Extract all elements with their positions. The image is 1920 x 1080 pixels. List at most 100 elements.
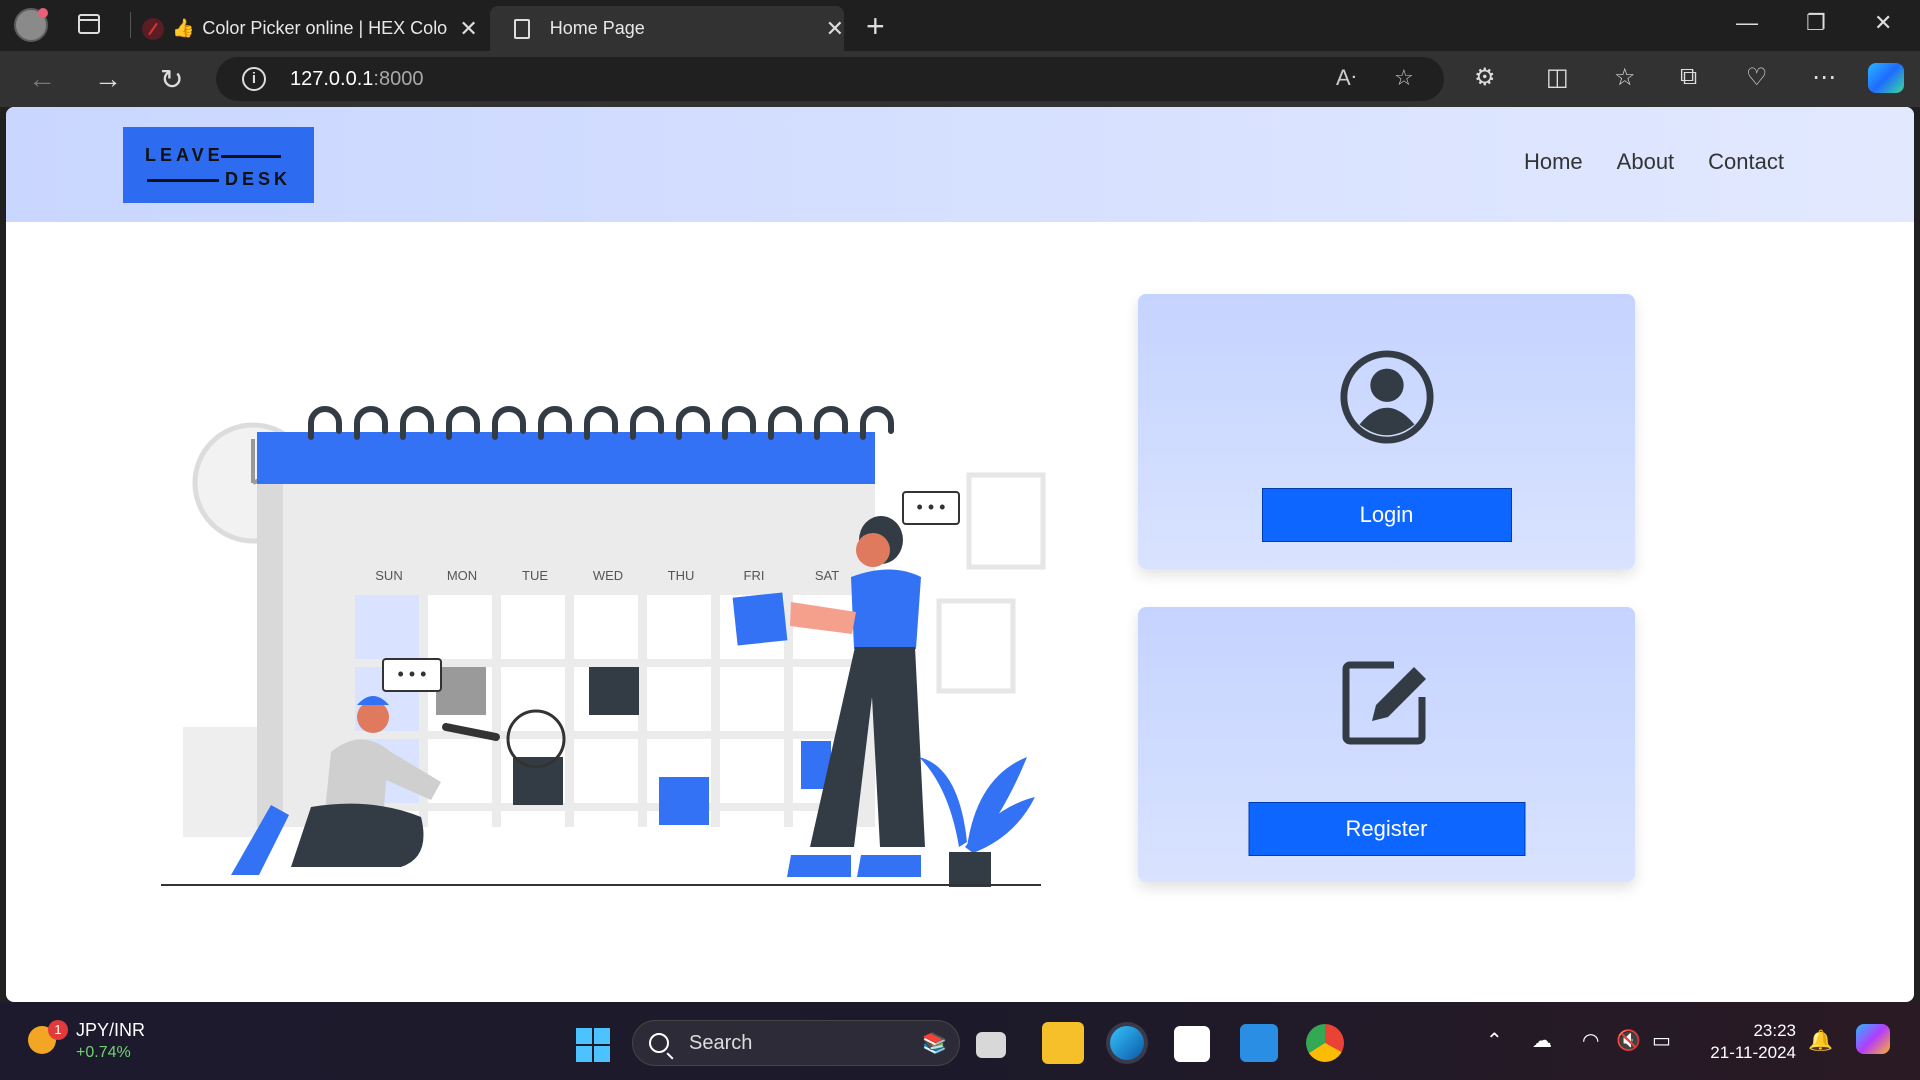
onedrive-icon[interactable]: ☁ [1532,1028,1552,1053]
new-tab-icon[interactable]: + [866,8,885,45]
logo-line [147,179,219,182]
address-toolbar: ← → ↻ i 127.0.0.1:8000 Aᐧ ☆ ⚙ ◫ ☆ ⧉ ♡ ⋯ [0,51,1920,107]
login-button[interactable]: Login [1261,488,1512,542]
sticky-note [659,777,709,825]
tab-color-picker[interactable]: 👍 Color Picker online | HEX Colo ✕ [136,6,486,51]
drawer-illustration [183,727,263,837]
microsoft-store-icon[interactable] [1174,1026,1210,1062]
notifications-bell-icon[interactable]: 🔔 [1808,1028,1833,1053]
search-icon [649,1033,669,1053]
wall-frame [936,598,1016,694]
login-card: Login [1138,294,1635,569]
edit-pencil-icon [1342,661,1426,745]
browser-essentials-icon[interactable]: ♡ [1746,63,1768,92]
svg-text:• • •: • • • [398,664,427,684]
clock-time: 23:23 [1753,1021,1796,1040]
calendar-cell [574,595,638,659]
site-logo[interactable]: LEAVE DESK [123,127,314,203]
system-clock[interactable]: 23:23 21-11-2024 [1700,1020,1796,1064]
split-screen-icon[interactable]: ◫ [1546,63,1569,92]
minimize-icon[interactable]: — [1736,10,1758,36]
calendar-cell [428,811,492,875]
close-window-icon[interactable]: ✕ [1874,10,1892,36]
edge-browser-icon[interactable] [1106,1022,1148,1064]
notification-badge: 1 [48,1020,68,1040]
calendar-cell [720,667,784,731]
tab-title: Home Page [549,18,645,38]
calendar-cell [720,811,784,875]
tab-separator [130,12,131,38]
forward-icon[interactable]: → [94,63,122,95]
search-placeholder: Search [689,1031,753,1054]
day-label: FRI [744,568,765,583]
copilot-taskbar-icon[interactable] [1856,1024,1890,1054]
ticker-symbol: JPY/INR [76,1020,146,1040]
calendar-cell [574,811,638,875]
day-label: SAT [815,568,839,583]
clock-date: 21-11-2024 [1710,1043,1796,1062]
calendar-illustration: SUN MON TUE WED THU FRI SAT • • • • • • [161,406,1046,887]
nav-contact[interactable]: Contact [1708,149,1784,175]
close-tab-icon[interactable]: ✕ [459,16,477,42]
favorites-icon[interactable]: ☆ [1614,63,1636,92]
address-field[interactable]: i 127.0.0.1:8000 Aᐧ ☆ [216,57,1444,101]
register-button[interactable]: Register [1248,802,1525,856]
taskbar-search[interactable]: Search 📚 [632,1020,960,1066]
sticky-note [732,592,788,646]
day-label: WED [593,568,623,583]
calendar-cell [501,595,565,659]
calendar-cell [501,667,565,731]
refresh-icon[interactable]: ↻ [160,63,183,96]
nav-about[interactable]: About [1617,149,1675,175]
tab-home-page[interactable]: Home Page ✕ [490,6,844,51]
task-view-icon[interactable] [976,1032,1006,1058]
page-favicon-icon [514,18,530,39]
register-card: Register [1138,607,1635,882]
day-label: SUN [375,568,402,583]
calendar-cell [428,739,492,803]
windows-start-icon[interactable] [576,1028,610,1062]
day-label: THU [668,568,695,583]
file-explorer-icon[interactable] [1042,1022,1084,1064]
back-icon[interactable]: ← [28,63,56,95]
show-hidden-icons-icon[interactable]: ⌃ [1486,1028,1503,1053]
pinned-site-icon [142,17,164,40]
calendar-header-bar [257,432,875,484]
tab-title: Color Picker online | HEX Colo [202,18,448,38]
search-highlight-icon: 📚 [922,1032,947,1055]
chrome-icon[interactable] [1306,1024,1344,1062]
sticky-note [513,757,563,805]
url-host: 127.0.0.1 [290,67,374,90]
nav-home[interactable]: Home [1524,149,1583,175]
wifi-icon[interactable]: ◠ [1582,1028,1599,1053]
calendar-cell [574,739,638,803]
calendar-cell [647,667,711,731]
day-label: MON [447,568,477,583]
more-options-icon[interactable]: ⋯ [1812,63,1836,92]
logo-text-desk: DESK [225,169,292,189]
volume-muted-icon[interactable]: 🔇 [1616,1028,1641,1053]
battery-icon[interactable]: ▭ [1652,1028,1671,1053]
vscode-icon[interactable] [1240,1024,1278,1062]
page-viewport: LEAVE DESK Home About Contact SUN MON TU… [6,107,1914,1002]
profile-avatar[interactable] [14,8,48,42]
sticky-note [436,667,486,715]
windows-taskbar: 1 JPY/INR +0.74% Search 📚 ⌃ ☁ ◠ 🔇 ▭ 23:2… [0,1002,1920,1080]
day-label: TUE [522,568,548,583]
calendar-cell [428,595,492,659]
favorite-star-icon[interactable]: ☆ [1394,65,1414,91]
site-info-icon[interactable]: i [242,67,266,91]
collections-icon[interactable]: ⧉ [1680,63,1697,91]
restore-icon[interactable]: ❐ [1806,10,1826,36]
calendar-cell [501,811,565,875]
copilot-icon[interactable] [1868,63,1904,93]
calendar-cell [355,595,419,659]
url-port: :8000 [373,67,424,90]
calendar-cell [720,739,784,803]
main-nav: Home About Contact [1524,149,1784,175]
read-aloud-icon[interactable]: Aᐧ [1336,65,1356,91]
ticker-change: +0.74% [76,1044,131,1061]
close-tab-icon[interactable]: ✕ [826,16,844,42]
extensions-icon[interactable]: ⚙ [1474,63,1496,92]
tab-actions-icon[interactable] [78,14,100,34]
